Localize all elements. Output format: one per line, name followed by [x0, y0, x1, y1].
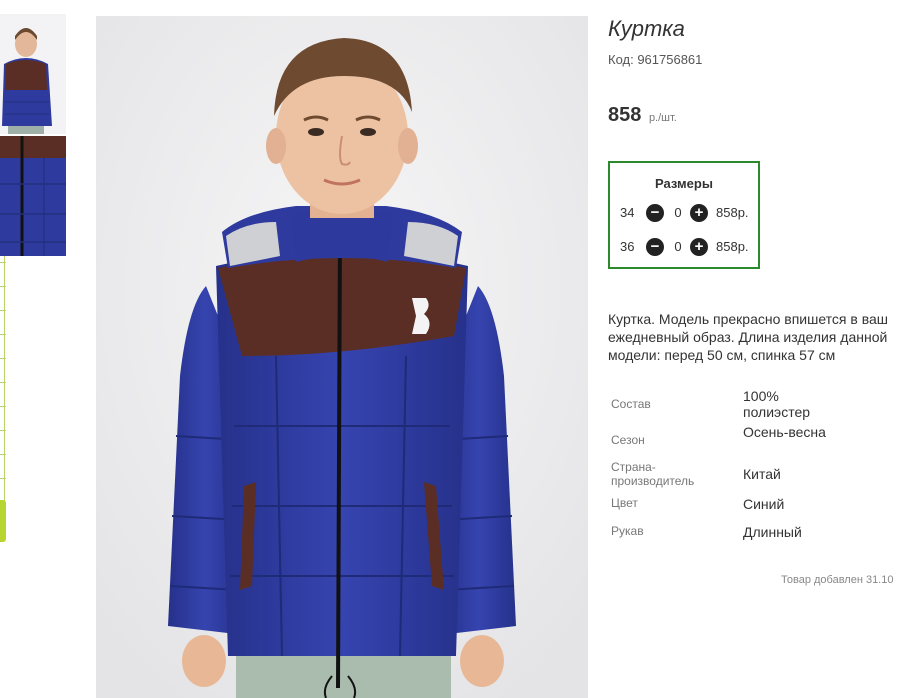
product-price: 858 р./шт. — [608, 104, 677, 127]
rail-tick — [0, 454, 6, 455]
property-value: Китай — [743, 466, 781, 482]
property-value: Длинный — [743, 524, 802, 540]
property-key: Страна-производитель — [611, 460, 695, 488]
sizes-box: Размеры 34 − 0 + 858р. 36 − 0 + 858р. — [608, 161, 760, 269]
size-label: 36 — [620, 239, 635, 254]
rail-tick — [0, 286, 6, 287]
product-code: Код: 961756861 — [608, 52, 703, 67]
property-key: Цвет — [611, 496, 638, 510]
minus-circle-icon[interactable]: − — [646, 238, 664, 256]
rail-tick — [0, 334, 6, 335]
property-key: Состав — [611, 397, 651, 411]
size-price: 858р. — [716, 205, 749, 220]
plus-circle-icon[interactable]: + — [690, 204, 708, 222]
thumbnail-closeup-image — [0, 136, 66, 256]
property-key: Сезон — [611, 433, 645, 447]
rail-scroll-tab[interactable] — [0, 500, 6, 542]
thumbnail-back-view[interactable] — [0, 14, 66, 134]
rail-tick — [0, 430, 6, 431]
thumbnail-back-image — [0, 14, 66, 134]
size-quantity: 0 — [674, 239, 682, 254]
rail-tick — [0, 310, 6, 311]
rail-tick — [0, 406, 6, 407]
property-value: Осень-весна — [743, 424, 826, 440]
plus-circle-icon[interactable]: + — [690, 238, 708, 256]
sizes-title: Размеры — [655, 176, 713, 191]
product-photo-image — [96, 16, 588, 698]
price-value: 858 — [608, 104, 642, 126]
product-title: Куртка — [608, 16, 685, 41]
size-price: 858р. — [716, 239, 749, 254]
product-main-photo — [96, 16, 588, 698]
rail-tick — [0, 382, 6, 383]
property-value: Синий — [743, 496, 785, 512]
price-unit: р./шт. — [648, 112, 677, 124]
rail-tick — [0, 478, 6, 479]
rail-tick — [0, 262, 6, 263]
product-description: Куртка. Модель прекрасно впишется в ваш … — [608, 311, 889, 363]
minus-circle-icon[interactable]: − — [646, 204, 664, 222]
thumbnail-closeup-view[interactable] — [0, 136, 66, 256]
rail-line — [4, 250, 5, 540]
size-quantity: 0 — [674, 205, 682, 220]
property-key: Рукав — [611, 524, 644, 538]
size-label: 34 — [620, 205, 635, 220]
property-value: 100% полиэстер — [743, 388, 811, 420]
date-added: Товар добавлен 31.10 — [781, 574, 894, 586]
rail-tick — [0, 358, 6, 359]
